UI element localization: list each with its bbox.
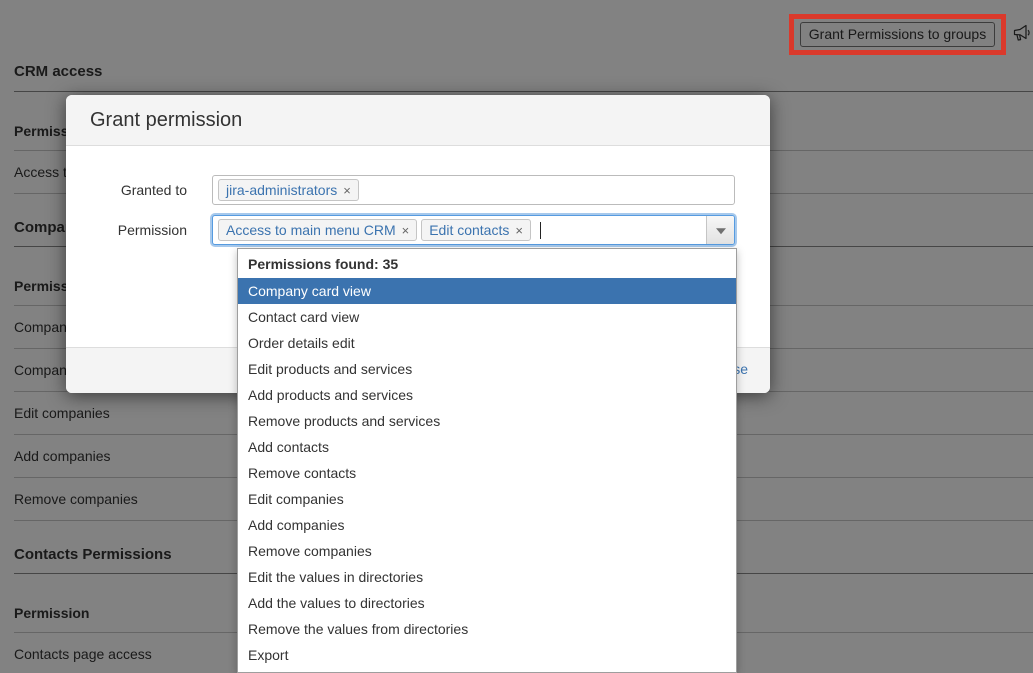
screen: CRM access PermissionAccess to main menu… [0,0,1033,673]
dropdown-result-count: Permissions found: 35 [238,249,736,278]
selected-value-tag: Access to main menu CRM × [218,219,417,241]
dropdown-item-selected[interactable]: Company card view [238,278,736,304]
dropdown-item[interactable]: Order details edit [238,330,736,356]
permission-label: Permission [66,215,212,238]
granted-to-label: Granted to [66,175,212,198]
tag-label: Edit contacts [429,222,509,238]
granted-to-row: Granted to jira-administrators × [66,175,770,205]
remove-tag-icon[interactable]: × [343,183,351,198]
text-cursor [540,222,541,239]
tag-label: jira-administrators [226,182,337,198]
selected-value-tag: jira-administrators × [218,179,359,201]
dropdown-item[interactable]: Contact card view [238,304,736,330]
dropdown-item[interactable]: Edit products and services [238,356,736,382]
dropdown-item[interactable]: Add companies [238,512,736,538]
dropdown-item[interactable]: Add contacts [238,434,736,460]
dropdown-toggle-button[interactable] [706,216,734,244]
dropdown-item[interactable]: Add the values to directories [238,590,736,616]
permissions-suggestions-dropdown: Permissions found: 35 Company card viewC… [237,248,737,673]
permission-tags: Access to main menu CRM × Edit contacts × [217,222,534,239]
tag-label: Access to main menu CRM [226,222,396,238]
remove-tag-icon[interactable]: × [515,223,523,238]
dropdown-item[interactable]: Edit the values in directories [238,564,736,590]
granted-to-input[interactable]: jira-administrators × [212,175,735,205]
dialog-title: Grant permission [90,108,746,133]
chevron-down-icon [716,228,726,234]
permission-row: Permission Access to main menu CRM×Edit … [66,215,770,245]
dialog-header: Grant permission [66,95,770,146]
permission-input[interactable]: Access to main menu CRM × Edit contacts × [212,215,735,245]
dropdown-item[interactable]: Export [238,642,736,668]
dropdown-item[interactable]: Add products and services [238,382,736,408]
selected-value-tag: Edit contacts × [421,219,531,241]
dropdown-item[interactable]: Remove companies [238,538,736,564]
dropdown-item[interactable]: Edit companies [238,486,736,512]
dropdown-item[interactable]: Remove contacts [238,460,736,486]
dropdown-item[interactable]: Remove products and services [238,408,736,434]
dropdown-items: Company card viewContact card viewOrder … [238,278,736,668]
remove-tag-icon[interactable]: × [402,223,410,238]
dropdown-item[interactable]: Remove the values from directories [238,616,736,642]
